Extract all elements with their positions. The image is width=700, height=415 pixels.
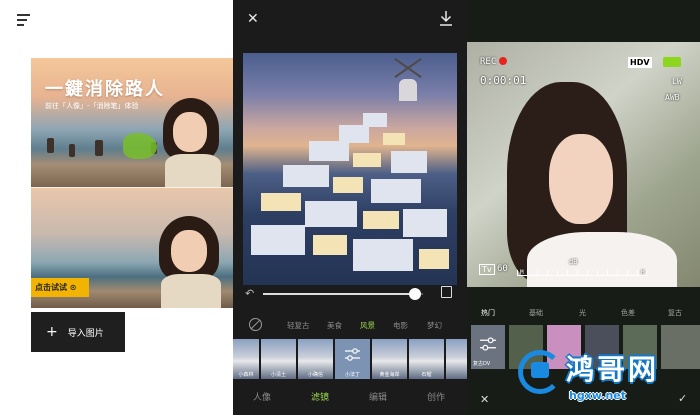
filter-thumb-selected[interactable]: 小法丁	[335, 339, 370, 379]
menu-icon[interactable]	[17, 14, 31, 26]
filter-thumb[interactable]: 小清士	[261, 339, 296, 379]
db-label: dB	[569, 258, 578, 266]
eraser-stroke	[123, 133, 157, 159]
tab-filter[interactable]: 滤镜	[311, 390, 329, 403]
category-scenery[interactable]: 风景	[360, 320, 375, 331]
close-icon[interactable]: ✕	[480, 393, 489, 406]
category-dreamy[interactable]: 梦幻	[427, 320, 442, 331]
filter-thumb[interactable]	[446, 339, 467, 379]
effect-thumb[interactable]	[661, 325, 700, 369]
hdv-badge: HDV	[628, 57, 652, 68]
watermark-url: hgxw.net	[569, 389, 626, 402]
category-film[interactable]: 电影	[393, 320, 408, 331]
import-image-button[interactable]: + 导入图片	[31, 312, 125, 352]
camera-category-light[interactable]: 光	[579, 308, 586, 318]
effect-thumb-selected[interactable]: 复古DV	[471, 325, 505, 369]
preview-photo	[243, 53, 457, 285]
plus-icon: +	[46, 324, 58, 340]
record-dot-icon	[499, 57, 508, 65]
exposure-meter	[517, 268, 647, 276]
confirm-check-icon[interactable]: ✓	[678, 392, 687, 405]
tv-label: Tv	[479, 264, 495, 275]
meter-high-label: H	[641, 269, 645, 276]
filter-thumb[interactable]: 黄金海岸	[372, 339, 407, 379]
awb-label: AWB	[665, 93, 680, 102]
adjust-sliders-icon	[345, 348, 360, 361]
camera-category-aberration[interactable]: 色差	[621, 308, 635, 318]
watermark-text: 鸿哥网	[566, 353, 660, 386]
intensity-slider-knob[interactable]	[409, 288, 421, 300]
undo-icon[interactable]: ↶	[245, 287, 254, 300]
lw-label: LW	[672, 77, 682, 86]
compare-icon[interactable]	[441, 286, 452, 298]
import-label: 导入图片	[67, 328, 104, 339]
portrait-after	[155, 216, 227, 308]
filter-thumb[interactable]: 石榴	[409, 339, 444, 379]
portrait-subject	[549, 134, 613, 224]
tab-portrait[interactable]: 人像	[253, 390, 271, 403]
tab-edit[interactable]: 编辑	[369, 390, 387, 403]
camera-category-basic[interactable]: 基础	[529, 308, 543, 318]
category-light-retro[interactable]: 轻复古	[287, 320, 310, 331]
home-panel: 一鍵消除路人 前往「人像」-「消除笔」体验 点击试试 ⊙ + 导入图片	[0, 0, 233, 415]
camera-category-retro[interactable]: 复古	[668, 308, 682, 318]
try-it-button[interactable]: 点击试试 ⊙	[31, 278, 89, 297]
filter-thumb[interactable]: 小森林	[233, 339, 259, 379]
feature-banner[interactable]: 一鍵消除路人 前往「人像」-「消除笔」体验 点击试试 ⊙	[31, 58, 233, 308]
category-food[interactable]: 美食	[327, 320, 342, 331]
banner-title: 一鍵消除路人	[45, 79, 165, 100]
filter-thumbnail-strip: 小森林 小清士 小确信 小法丁 黄金海岸 石榴	[233, 339, 467, 379]
windmill	[399, 79, 417, 101]
tab-create[interactable]: 创作	[427, 390, 445, 403]
close-icon[interactable]: ✕	[247, 11, 259, 27]
rec-indicator: REC	[480, 57, 508, 67]
tv-value: 60	[497, 264, 508, 274]
camera-category-hot[interactable]: 热门	[481, 308, 495, 318]
timecode: 0:00:01	[480, 74, 527, 87]
intensity-slider-fill	[263, 293, 415, 295]
filter-editor-panel: ✕ ↶ 轻复古 美食 风景 电影 梦幻 小森林 小清士 小确信 小法丁 黄金海岸…	[233, 0, 467, 415]
editor-tab-bar: 人像 滤镜 编辑 创作	[233, 390, 467, 410]
filter-thumb[interactable]: 小确信	[298, 339, 333, 379]
meter-low-label: M	[520, 269, 524, 276]
download-icon[interactable]	[439, 10, 453, 26]
adjust-sliders-icon	[480, 337, 496, 351]
no-filter-icon[interactable]	[249, 318, 262, 331]
banner-subtitle: 前往「人像」-「消除笔」体验	[45, 102, 139, 110]
camera-mode-icon[interactable]	[663, 57, 681, 67]
portrait-before	[159, 98, 225, 188]
